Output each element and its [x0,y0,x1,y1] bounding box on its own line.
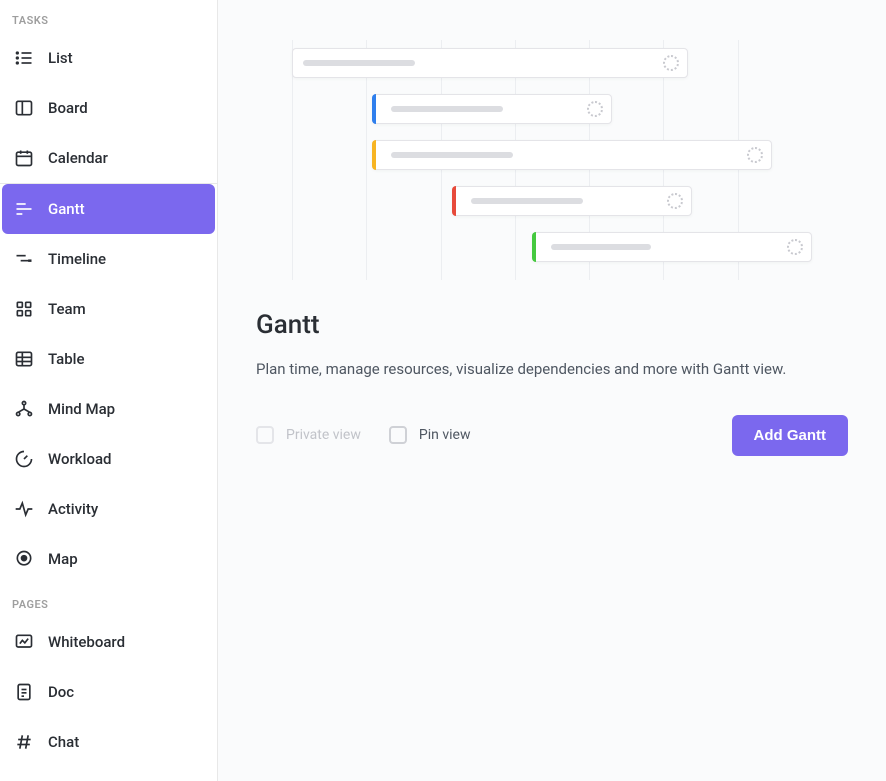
sidebar-item-label: Team [48,300,86,318]
main-content: Gantt Plan time, manage resources, visua… [218,0,886,781]
sidebar-item-map[interactable]: Map [2,534,215,584]
sidebar-item-board[interactable]: Board [2,83,215,133]
board-icon [14,98,34,118]
sidebar-item-label: Chat [48,733,79,751]
private-view-checkbox: Private view [256,426,361,444]
workload-icon [14,449,34,469]
sidebar-item-label: Map [48,550,78,568]
gantt-icon [14,199,34,219]
checkbox-box [389,426,407,444]
map-icon [14,549,34,569]
sidebar-item-table[interactable]: Table [2,334,215,384]
sidebar-item-timeline[interactable]: Timeline [2,234,215,284]
sidebar-item-doc[interactable]: Doc [2,667,215,717]
timeline-icon [14,249,34,269]
sidebar-item-calendar[interactable]: Calendar [2,133,215,183]
sidebar-item-label: Doc [48,683,74,701]
doc-icon [14,682,34,702]
calendar-icon [14,148,34,168]
pin-view-checkbox[interactable]: Pin view [389,426,471,444]
gantt-illustration [292,40,812,280]
sidebar-item-label: Mind Map [48,400,115,418]
sidebar-item-list[interactable]: List [2,33,215,83]
sidebar-item-activity[interactable]: Activity [2,484,215,534]
table-icon [14,349,34,369]
section-header-tasks: TASKS [0,0,217,33]
add-gantt-button[interactable]: Add Gantt [732,415,849,456]
sidebar-item-label: Gantt [48,200,85,218]
sidebar: TASKS List Board Calendar Gantt Timeline [0,0,218,781]
sidebar-item-whiteboard[interactable]: Whiteboard [2,617,215,667]
page-description: Plan time, manage resources, visualize d… [256,358,848,381]
sidebar-item-label: Table [48,350,85,368]
page-title: Gantt [256,310,848,340]
sidebar-item-label: Calendar [48,149,108,167]
hash-icon [14,732,34,752]
sidebar-item-label: Whiteboard [48,633,125,651]
list-icon [14,48,34,68]
whiteboard-icon [14,632,34,652]
activity-icon [14,499,34,519]
sidebar-item-chat[interactable]: Chat [2,717,215,767]
checkbox-label: Pin view [419,427,471,443]
team-icon [14,299,34,319]
checkbox-label: Private view [286,427,361,443]
sidebar-item-team[interactable]: Team [2,284,215,334]
mindmap-icon [14,399,34,419]
sidebar-item-label: List [48,49,73,67]
sidebar-item-mindmap[interactable]: Mind Map [2,384,215,434]
sidebar-item-label: Workload [48,450,112,468]
sidebar-item-label: Board [48,99,88,117]
controls-row: Private view Pin view Add Gantt [256,415,848,456]
sidebar-item-label: Timeline [48,250,106,268]
sidebar-item-label: Activity [48,500,98,518]
checkbox-box [256,426,274,444]
sidebar-item-gantt[interactable]: Gantt [2,184,215,234]
section-header-pages: PAGES [0,584,217,617]
sidebar-item-workload[interactable]: Workload [2,434,215,484]
